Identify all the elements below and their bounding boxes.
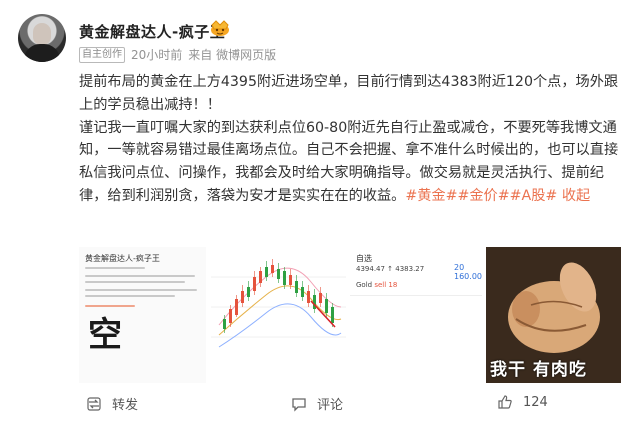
candlestick-chart xyxy=(211,259,346,348)
post-meta: 自主创作 20小时前 来自 微博网页版 xyxy=(79,46,276,63)
tag-gold[interactable]: #黄金# xyxy=(405,188,457,204)
img1-line xyxy=(85,289,197,291)
img3-price: 20 160.00 xyxy=(454,263,482,281)
tag-a-shares[interactable]: #A股# xyxy=(510,188,558,204)
post-image-4[interactable]: 我干 有肉吃 xyxy=(486,247,621,383)
img3-row1: 4394.47 ↑ 4383.27 xyxy=(356,265,425,273)
repost-label: 转发 xyxy=(112,398,139,413)
comment-icon xyxy=(292,397,306,412)
like-icon xyxy=(498,395,512,409)
img1-line xyxy=(85,305,135,307)
post-image-2[interactable] xyxy=(211,247,346,383)
tag-gold-price[interactable]: #金价# xyxy=(457,188,509,204)
img3-row2: Gold sell 18 xyxy=(356,281,397,289)
action-bar: 转发 评论 124 xyxy=(0,394,641,414)
img1-line xyxy=(85,281,185,283)
img3-row2-sell: sell 18 xyxy=(374,281,398,289)
img3-divider xyxy=(350,295,482,296)
post-image-3[interactable]: 自选 4394.47 ↑ 4383.27 20 160.00 Gold sell… xyxy=(350,247,482,383)
like-button[interactable]: 124 xyxy=(497,394,548,410)
post-image-1[interactable]: 黄金解盘达人-疯子王 空 xyxy=(79,247,206,383)
repost-button[interactable]: 转发 xyxy=(86,394,138,413)
candles xyxy=(223,259,334,333)
post-time[interactable]: 20小时前 xyxy=(131,46,182,63)
meme-caption: 我干 有肉吃 xyxy=(490,360,587,380)
img1-line xyxy=(85,267,145,269)
img1-character: 空 xyxy=(88,315,122,355)
avatar-suit xyxy=(24,44,60,62)
img1-line xyxy=(85,295,175,297)
post-paragraph-2: 谨记我一直叮嘱大家的到达获利点位60-80附近先自行止盈或减仓，不要死等我博文通… xyxy=(79,117,619,208)
avatar-face xyxy=(33,23,51,45)
img3-row2-name: Gold xyxy=(356,281,373,289)
post-source: 来自 微博网页版 xyxy=(188,48,277,62)
img1-header: 黄金解盘达人-疯子王 xyxy=(85,254,160,263)
post-paragraph-1: 提前布局的黄金在上方4395附近进场空单，目前行情到达4383附近120个点，场… xyxy=(79,74,619,113)
avatar[interactable] xyxy=(18,14,66,62)
crown-icon xyxy=(211,20,229,36)
repost-icon xyxy=(87,396,101,411)
img1-line xyxy=(85,275,195,277)
img3-header: 自选 xyxy=(356,254,372,263)
collapse-link[interactable]: 收起 xyxy=(562,188,590,204)
comment-button[interactable]: 评论 xyxy=(291,394,343,413)
comment-label: 评论 xyxy=(317,398,344,413)
username[interactable]: 黄金解盘达人-疯子王 xyxy=(79,21,225,42)
original-badge: 自主创作 xyxy=(79,46,125,63)
post-content: 提前布局的黄金在上方4395附近进场空单，目前行情到达4383附近120个点，场… xyxy=(79,71,619,208)
like-count: 124 xyxy=(523,394,548,410)
